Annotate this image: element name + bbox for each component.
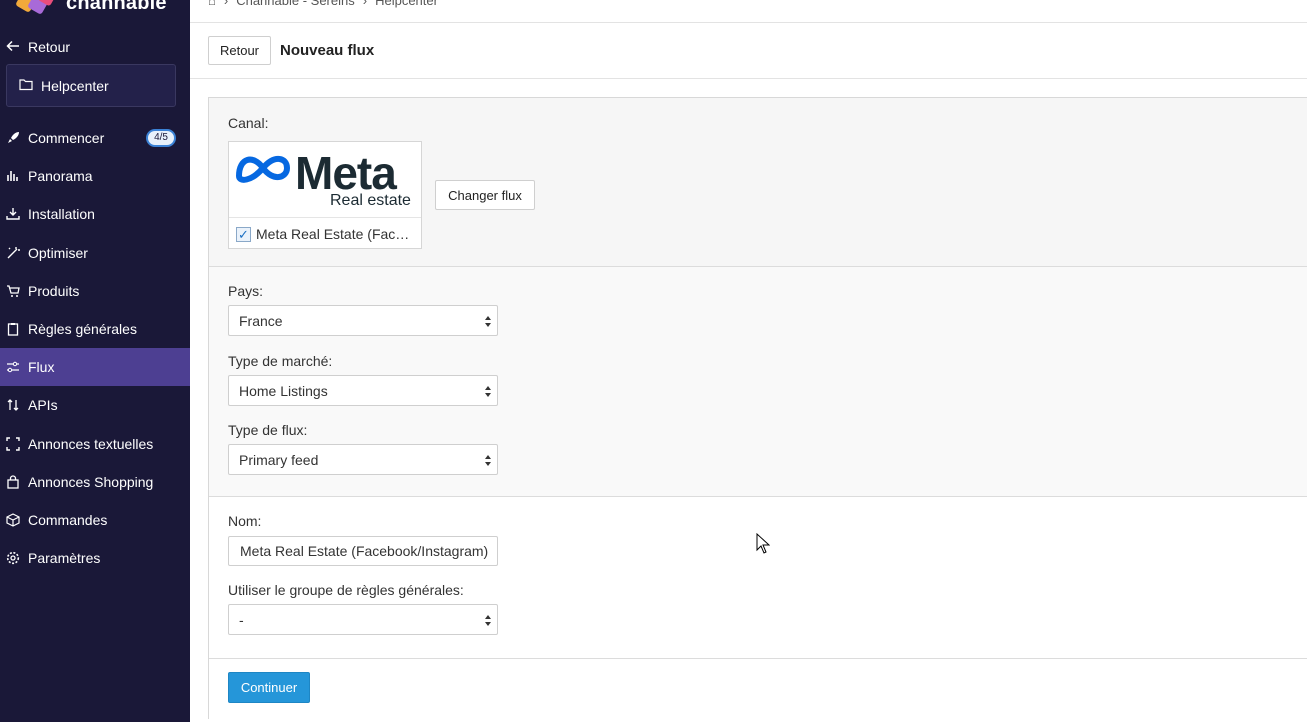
cart-icon xyxy=(6,284,20,298)
clipboard-icon xyxy=(6,322,20,336)
sidebar-item-installation[interactable]: Installation xyxy=(0,195,190,233)
sidebar-folder-helpcenter[interactable]: Helpcenter xyxy=(6,64,176,107)
meta-real-estate-logo: Meta Real estate xyxy=(229,142,421,218)
sidebar-item-annonces-shopping[interactable]: Annonces Shopping xyxy=(0,463,190,501)
bar-chart-icon xyxy=(6,169,20,183)
rules-group-select[interactable]: - xyxy=(228,604,498,635)
channel-card[interactable]: Meta Real estate ✓ Meta Real Estate (Fac… xyxy=(228,141,422,249)
name-label: Nom: xyxy=(228,513,262,529)
name-section: Nom: Meta Real Estate (Facebook/Instagra… xyxy=(209,497,1307,659)
sidebar-item-label: Paramètres xyxy=(28,550,101,567)
sidebar-item-optimiser[interactable]: Optimiser xyxy=(0,234,190,272)
magic-wand-icon xyxy=(6,246,20,260)
sidebar-item-commandes[interactable]: Commandes xyxy=(0,501,190,539)
sidebar-back-label: Retour xyxy=(28,39,71,55)
sidebar-item-parametres[interactable]: Paramètres xyxy=(0,539,190,577)
channel-label: Canal: xyxy=(228,115,269,131)
folder-icon xyxy=(19,78,33,94)
sidebar-item-panorama[interactable]: Panorama xyxy=(0,157,190,195)
main-content: ⌂ › Channable - Sereins › Helpcenter Ret… xyxy=(190,0,1307,722)
sidebar-item-commencer[interactable]: Commencer 4/5 xyxy=(0,119,190,157)
sidebar-item-label: Flux xyxy=(28,359,55,376)
channel-section: Canal: Meta Real estate ✓ Meta Real Esta… xyxy=(209,98,1307,267)
sidebar-item-produits[interactable]: Produits xyxy=(0,272,190,310)
country-label: Pays: xyxy=(228,283,264,299)
market-type-select[interactable]: Home Listings xyxy=(228,375,498,406)
home-icon[interactable]: ⌂ xyxy=(208,0,216,8)
select-arrows-icon xyxy=(485,316,491,327)
sidebar-item-label: Panorama xyxy=(28,168,93,185)
sidebar-item-label: APIs xyxy=(28,397,58,414)
settings-section: Pays: France Type de marché: Home Listin… xyxy=(209,267,1307,497)
breadcrumb-item-project[interactable]: Helpcenter xyxy=(375,0,438,8)
breadcrumb-separator: › xyxy=(362,0,368,8)
box-icon xyxy=(6,513,20,527)
sliders-icon xyxy=(6,360,20,374)
feed-type-select[interactable]: Primary feed xyxy=(228,444,498,475)
breadcrumb: ⌂ › Channable - Sereins › Helpcenter xyxy=(190,0,1307,23)
sidebar-back-link[interactable]: Retour xyxy=(6,37,70,57)
sidebar-item-regles-generales[interactable]: Règles générales xyxy=(0,310,190,348)
checkmark-icon[interactable]: ✓ xyxy=(236,226,251,242)
channable-logo-icon xyxy=(15,0,57,20)
sidebar-item-label: Produits xyxy=(28,282,80,299)
mouse-cursor-icon xyxy=(756,533,770,554)
feed-type-label: Type de flux: xyxy=(228,422,308,438)
select-arrows-icon xyxy=(485,455,491,466)
sidebar-item-label: Annonces textuelles xyxy=(28,435,154,452)
channel-name: Meta Real Estate (Facebook/Instagram) xyxy=(256,226,416,242)
channel-checkbox-row[interactable]: ✓ Meta Real Estate (Facebook/Instagram) xyxy=(236,226,416,242)
shopping-bag-icon xyxy=(6,475,20,489)
frame-icon xyxy=(6,436,20,451)
sidebar-nav: Commencer 4/5 Panorama Installation Opti… xyxy=(0,119,190,577)
sidebar-item-flux[interactable]: Flux xyxy=(0,348,190,387)
breadcrumb-item-account[interactable]: Channable - Sereins xyxy=(236,0,355,8)
page-title: Nouveau flux xyxy=(280,42,375,59)
page-header: Retour Nouveau flux xyxy=(190,23,1307,79)
sidebar-item-apis[interactable]: APIs xyxy=(0,386,190,424)
country-select[interactable]: France xyxy=(228,305,498,336)
rules-group-label: Utiliser le groupe de règles générales: xyxy=(228,582,464,598)
sidebar-item-label: Commandes xyxy=(28,511,108,528)
sidebar-item-label: Optimiser xyxy=(28,244,88,261)
meta-infinity-icon xyxy=(235,156,291,183)
rocket-icon xyxy=(6,131,20,145)
breadcrumb-separator: › xyxy=(223,0,229,8)
sidebar-item-label: Commencer xyxy=(28,130,105,147)
select-arrows-icon xyxy=(485,386,491,397)
back-button[interactable]: Retour xyxy=(208,36,271,65)
download-icon xyxy=(6,207,20,221)
rules-group-value: - xyxy=(239,611,244,628)
sidebar-item-label: Annonces Shopping xyxy=(28,473,154,490)
meta-logo-sub: Real estate xyxy=(330,192,411,209)
arrow-left-icon xyxy=(6,39,20,56)
market-type-label: Type de marché: xyxy=(228,353,333,369)
sidebar-item-annonces-textuelles[interactable]: Annonces textuelles xyxy=(0,425,190,463)
sidebar-item-label: Installation xyxy=(28,206,95,223)
logo-text: channable xyxy=(66,0,167,14)
sidebar: channable Retour Helpcenter Commencer 4/… xyxy=(0,0,190,722)
feed-name-input[interactable]: Meta Real Estate (Facebook/Instagram) xyxy=(228,536,498,566)
change-feed-button[interactable]: Changer flux xyxy=(435,180,535,210)
select-arrows-icon xyxy=(485,615,491,626)
folder-label: Helpcenter xyxy=(41,77,109,94)
country-value: France xyxy=(239,312,283,329)
new-feed-form: Canal: Meta Real estate ✓ Meta Real Esta… xyxy=(208,97,1307,719)
gear-icon xyxy=(6,551,20,565)
continue-button[interactable]: Continuer xyxy=(228,672,310,703)
progress-badge: 4/5 xyxy=(146,129,176,147)
channable-logo[interactable]: channable xyxy=(15,0,167,20)
feed-type-value: Primary feed xyxy=(239,451,319,468)
arrows-updown-icon xyxy=(6,398,20,412)
form-footer: Continuer xyxy=(209,659,1307,719)
market-type-value: Home Listings xyxy=(239,382,328,399)
sidebar-item-label: Règles générales xyxy=(28,321,137,338)
